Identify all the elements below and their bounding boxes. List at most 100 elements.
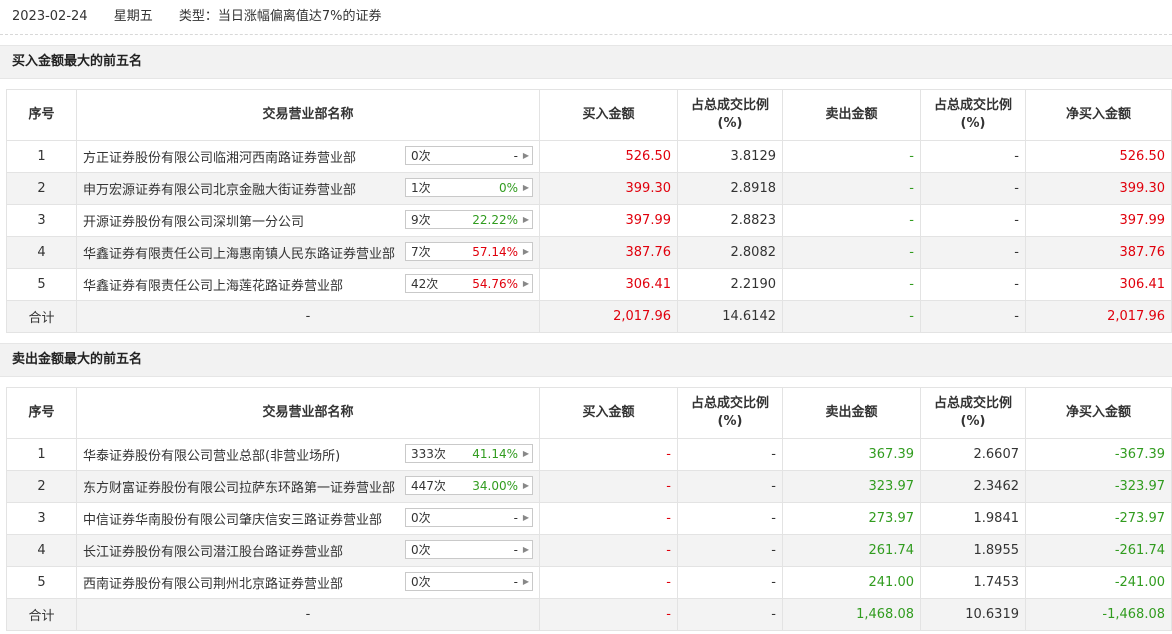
net-amount: -273.97 <box>1025 502 1172 535</box>
appearance-count: 447次 <box>411 479 446 493</box>
table-row: 1 华泰证券股份有限公司营业总部(非营业场所) 333次 41.14% ▶ - -367.3… <box>6 438 1172 471</box>
trade-date: 2023-02-24 <box>12 9 88 24</box>
appearance-count: 42次 <box>411 277 439 291</box>
appearance-count: 0次 <box>411 511 431 525</box>
broker-cell: 华鑫证券有限责任公司上海莲花路证券营业部 42次 54.76% ▶ <box>76 268 540 301</box>
buy-ratio: 2.8823 <box>677 204 783 237</box>
broker-cell: 长江证券股份有限公司潜江股台路证券营业部 0次 - ▶ <box>76 534 540 567</box>
row-index: 1 <box>6 438 77 471</box>
caret-right-icon: ▶ <box>522 577 529 586</box>
broker-name-link[interactable]: 开源证券股份有限公司深圳第一分公司 <box>83 211 304 230</box>
win-rate: - <box>513 575 518 589</box>
table-row: 3 开源证券股份有限公司深圳第一分公司 9次 22.22% ▶ 397.99 2.8823-… <box>6 204 1172 237</box>
broker-name-link[interactable]: 华泰证券股份有限公司营业总部(非营业场所) <box>83 445 340 464</box>
total-name: - <box>76 300 540 333</box>
broker-cell: 方正证券股份有限公司临湘河西南路证券营业部 0次 - ▶ <box>76 140 540 173</box>
caret-right-icon: ▶ <box>522 279 529 288</box>
broker-name-link[interactable]: 申万宏源证券有限公司北京金融大街证券营业部 <box>83 179 356 198</box>
broker-history-badge[interactable]: 0次 - ▶ <box>405 572 533 591</box>
win-rate: - <box>513 511 518 525</box>
col-idx: 序号 <box>6 387 77 439</box>
table-row: 5 西南证券股份有限公司荆州北京路证券营业部 0次 - ▶ - -241.00 1.7453-… <box>6 566 1172 599</box>
sell-amount: - <box>782 204 921 237</box>
broker-history-badge[interactable]: 0次 - ▶ <box>405 540 533 559</box>
header-bar: 2023-02-24 星期五 类型：当日涨幅偏离值达7%的证券 <box>0 0 1172 35</box>
weekday: 星期五 <box>113 9 153 24</box>
buy-amount: 387.76 <box>539 236 678 269</box>
sell-ratio: - <box>920 268 1026 301</box>
buy-amount: - <box>539 502 678 535</box>
buy-section-title: 买入金额最大的前五名 <box>0 45 1172 79</box>
buy-ratio: 2.8082 <box>677 236 783 269</box>
broker-name-link[interactable]: 东方财富证券股份有限公司拉萨东环路第一证券营业部 <box>83 477 395 496</box>
broker-history-badge[interactable]: 0次 - ▶ <box>405 508 533 527</box>
total-buy-ratio: - <box>677 598 783 631</box>
buy-ratio: 2.2190 <box>677 268 783 301</box>
win-rate: - <box>513 543 518 557</box>
broker-history-badge[interactable]: 447次 34.00% ▶ <box>405 476 533 495</box>
row-index: 4 <box>6 534 77 567</box>
appearance-count: 9次 <box>411 213 431 227</box>
sell-amount: 241.00 <box>782 566 921 599</box>
broker-name-link[interactable]: 华鑫证券有限责任公司上海莲花路证券营业部 <box>83 275 343 294</box>
col-sell: 卖出金额 <box>782 89 921 141</box>
table-header: 序号 交易营业部名称 买入金额 占总成交比例(%) 卖出金额 占总成交比例(%)… <box>6 89 1172 141</box>
buy-ratio: - <box>677 502 783 535</box>
appearance-count: 333次 <box>411 447 446 461</box>
sell-ratio: 1.9841 <box>920 502 1026 535</box>
appearance-count: 0次 <box>411 149 431 163</box>
broker-history-badge[interactable]: 1次 0% ▶ <box>405 178 533 197</box>
buy-top5-table: 序号 交易营业部名称 买入金额 占总成交比例(%) 卖出金额 占总成交比例(%)… <box>6 89 1172 333</box>
col-sell-pct: 占总成交比例(%) <box>920 89 1026 141</box>
caret-right-icon: ▶ <box>522 151 529 160</box>
net-amount: -323.97 <box>1025 470 1172 503</box>
table-row: 2 申万宏源证券有限公司北京金融大街证券营业部 1次 0% ▶ 399.30 2.8918-… <box>6 172 1172 205</box>
broker-history-badge[interactable]: 7次 57.14% ▶ <box>405 242 533 261</box>
net-amount: 397.99 <box>1025 204 1172 237</box>
win-rate: 0% <box>498 181 518 195</box>
total-sell: 1,468.08 <box>782 598 921 631</box>
total-sell-ratio: - <box>920 300 1026 333</box>
total-row: 合计 - - -1,468.08 10.6319 -1,468.08 <box>6 598 1172 631</box>
broker-name-link[interactable]: 西南证券股份有限公司荆州北京路证券营业部 <box>83 573 343 592</box>
col-name: 交易营业部名称 <box>76 387 540 439</box>
row-index: 2 <box>6 470 77 503</box>
buy-ratio: 2.8918 <box>677 172 783 205</box>
broker-history-badge[interactable]: 0次 - ▶ <box>405 146 533 165</box>
sell-amount: 367.39 <box>782 438 921 471</box>
net-amount: 399.30 <box>1025 172 1172 205</box>
broker-name-link[interactable]: 华鑫证券有限责任公司上海惠南镇人民东路证券营业部 <box>83 243 395 262</box>
col-buy: 买入金额 <box>539 387 678 439</box>
broker-name-link[interactable]: 长江证券股份有限公司潜江股台路证券营业部 <box>83 541 343 560</box>
row-index: 3 <box>6 502 77 535</box>
broker-name-link[interactable]: 方正证券股份有限公司临湘河西南路证券营业部 <box>83 147 356 166</box>
broker-cell: 东方财富证券股份有限公司拉萨东环路第一证券营业部 447次 34.00% ▶ <box>76 470 540 503</box>
sell-ratio: - <box>920 236 1026 269</box>
sell-ratio: 2.6607 <box>920 438 1026 471</box>
buy-amount: 399.30 <box>539 172 678 205</box>
buy-ratio: - <box>677 566 783 599</box>
sell-top5-table: 序号 交易营业部名称 买入金额 占总成交比例(%) 卖出金额 占总成交比例(%)… <box>6 387 1172 631</box>
total-buy: 2,017.96 <box>539 300 678 333</box>
broker-history-badge[interactable]: 42次 54.76% ▶ <box>405 274 533 293</box>
col-sell: 卖出金额 <box>782 387 921 439</box>
appearance-count: 0次 <box>411 575 431 589</box>
broker-cell: 华鑫证券有限责任公司上海惠南镇人民东路证券营业部 7次 57.14% ▶ <box>76 236 540 269</box>
broker-name-link[interactable]: 中信证券华南股份有限公司肇庆信安三路证券营业部 <box>83 509 382 528</box>
table-row: 4 长江证券股份有限公司潜江股台路证券营业部 0次 - ▶ - -261.74 1.8955-… <box>6 534 1172 567</box>
broker-cell: 中信证券华南股份有限公司肇庆信安三路证券营业部 0次 - ▶ <box>76 502 540 535</box>
sell-ratio: 1.7453 <box>920 566 1026 599</box>
table-row: 5 华鑫证券有限责任公司上海莲花路证券营业部 42次 54.76% ▶ 306.41 2.2… <box>6 268 1172 301</box>
total-net: 2,017.96 <box>1025 300 1172 333</box>
sell-ratio: 1.8955 <box>920 534 1026 567</box>
broker-cell: 申万宏源证券有限公司北京金融大街证券营业部 1次 0% ▶ <box>76 172 540 205</box>
buy-amount: - <box>539 566 678 599</box>
row-index: 4 <box>6 236 77 269</box>
net-amount: 306.41 <box>1025 268 1172 301</box>
broker-history-badge[interactable]: 9次 22.22% ▶ <box>405 210 533 229</box>
sell-amount: - <box>782 268 921 301</box>
buy-amount: - <box>539 438 678 471</box>
sell-amount: 261.74 <box>782 534 921 567</box>
appearance-count: 0次 <box>411 543 431 557</box>
broker-history-badge[interactable]: 333次 41.14% ▶ <box>405 444 533 463</box>
